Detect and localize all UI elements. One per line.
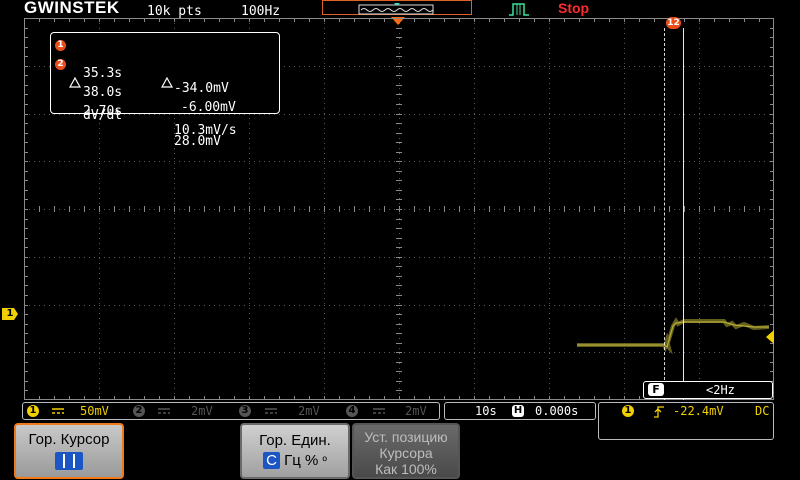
softkey-horizontal-units[interactable]: Гор. Един. С Гц % º xyxy=(240,423,350,479)
cursor-line-1[interactable] xyxy=(664,28,665,400)
softkey-set-cursor-line1: Уст. позицию xyxy=(364,429,448,445)
softkey-set-cursor-line2: Курсора xyxy=(379,445,433,461)
timebase-scale: 10s xyxy=(475,404,497,418)
timebase-status[interactable]: 10s H 0.000s xyxy=(444,402,596,420)
filter-badge: F xyxy=(648,383,664,396)
ch2-scale: 2mV xyxy=(191,404,213,418)
ch2-badge[interactable]: 2 xyxy=(133,405,145,417)
slope-label: dV/dt xyxy=(83,108,123,123)
dc-coupling-icon xyxy=(373,408,385,414)
waveform-overview-icon xyxy=(358,3,434,15)
rising-edge-icon xyxy=(654,406,664,418)
dc-coupling-icon xyxy=(265,408,277,414)
cursor-2-badge: 2 xyxy=(55,59,66,70)
ch4-badge[interactable]: 4 xyxy=(346,405,358,417)
delta-icon xyxy=(69,77,81,88)
softkey-horizontal-units-label: Гор. Един. xyxy=(259,432,331,449)
trigger-source-badge: 1 xyxy=(622,405,634,417)
sample-rate: 100Hz xyxy=(241,4,281,19)
cursor-pair-icon xyxy=(55,452,83,470)
record-length: 10k pts xyxy=(147,4,202,19)
unit-option-degrees[interactable]: º xyxy=(323,454,327,468)
trigger-mode-icon xyxy=(509,3,529,16)
unit-option-seconds[interactable]: С xyxy=(263,452,280,469)
softkey-horizontal-cursor-label: Гор. Курсор xyxy=(28,431,110,448)
cursor-readout-panel: 1 35.3s -34.0mV 2 38.0s -6.00mV 2.70s 28… xyxy=(50,32,280,149)
horizontal-position: 0.000s xyxy=(535,404,579,418)
delta-icon xyxy=(161,77,173,88)
horizontal-position-badge: H xyxy=(512,405,524,417)
filter-label: <2Hz xyxy=(706,383,735,397)
channel-status-bar[interactable]: 1 50mV 2 2mV 3 2mV 4 2mV xyxy=(22,402,440,420)
softkey-set-cursor-100[interactable]: Уст. позицию Курсора Как 100% xyxy=(352,423,460,479)
brand-logo: GWINSTEK xyxy=(24,0,120,17)
cursor-1-badge: 1 xyxy=(55,40,66,51)
softkey-horizontal-cursor[interactable]: Гор. Курсор xyxy=(14,423,124,479)
memory-overview-bar[interactable] xyxy=(322,0,472,15)
unit-option-percent[interactable]: % xyxy=(305,452,318,469)
ch1-ground-marker[interactable]: 1 xyxy=(2,308,18,320)
trigger-coupling: DC xyxy=(755,404,770,418)
ch1-trace xyxy=(577,317,770,355)
ch3-scale: 2mV xyxy=(298,404,320,418)
dc-coupling-icon xyxy=(158,408,170,414)
trigger-status[interactable]: 1 -22.4mV DC xyxy=(598,402,774,440)
unit-option-hz[interactable]: Гц xyxy=(284,452,301,469)
run-state-label[interactable]: Stop xyxy=(558,0,589,16)
trigger-level-marker[interactable] xyxy=(766,330,774,344)
softkey-set-cursor-line3: Как 100% xyxy=(375,461,437,477)
ch3-badge[interactable]: 3 xyxy=(239,405,251,417)
filter-indicator[interactable]: F <2Hz xyxy=(643,381,773,399)
cursor-line-2[interactable] xyxy=(683,28,684,400)
ch4-scale: 2mV xyxy=(405,404,427,418)
cursor-marker-tag[interactable]: 12 xyxy=(666,17,681,29)
dc-coupling-icon xyxy=(52,408,64,414)
ch1-scale: 50mV xyxy=(80,404,109,418)
ch1-badge[interactable]: 1 xyxy=(27,405,39,417)
trigger-level: -22.4mV xyxy=(673,404,724,418)
slope-value: 10.3mV/s xyxy=(174,123,237,138)
